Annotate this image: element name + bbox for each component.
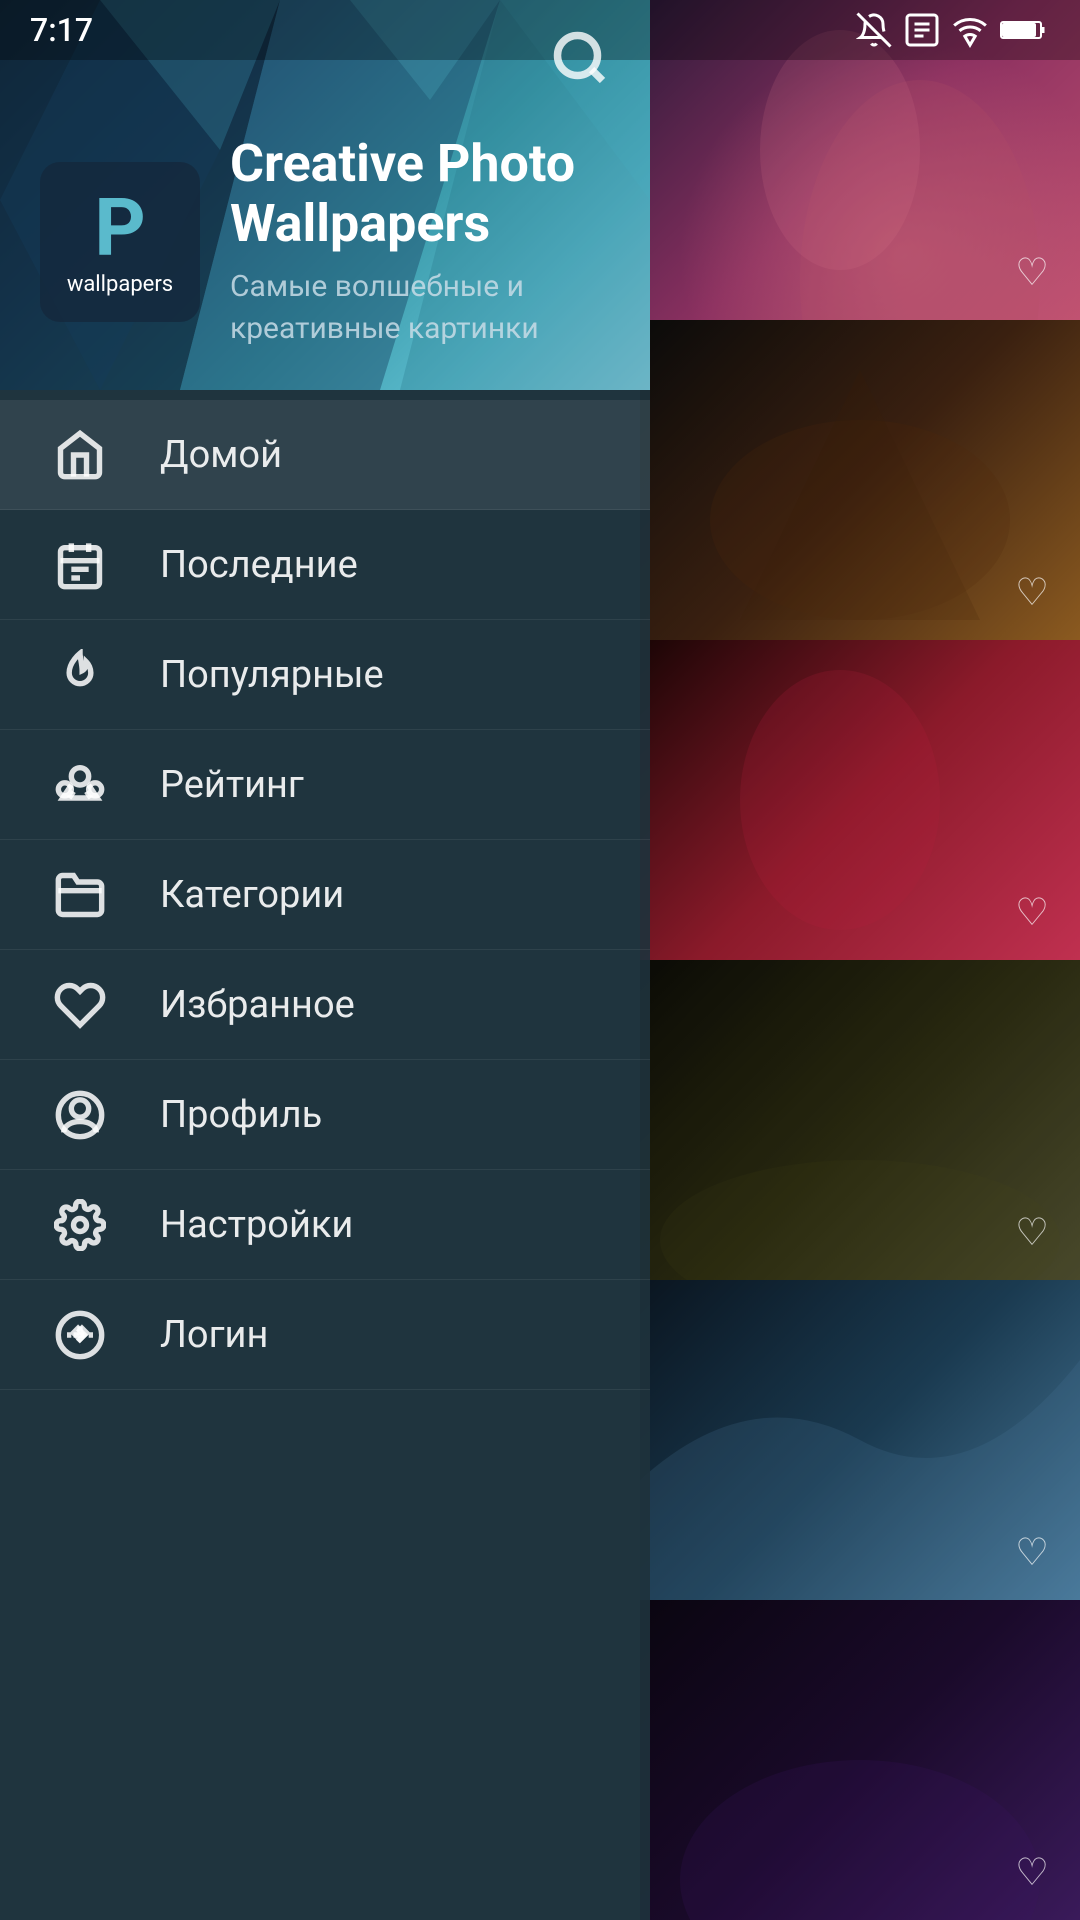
- folder-icon: [50, 865, 110, 925]
- status-icons: [856, 12, 1050, 48]
- calendar-icon: [50, 535, 110, 595]
- nav-item-settings[interactable]: Настройки: [0, 1170, 650, 1280]
- status-time: 7:17: [30, 11, 93, 49]
- nav-item-categories[interactable]: Категории: [0, 840, 650, 950]
- app-logo: P wallpapers: [40, 162, 200, 322]
- wifi-icon: [952, 12, 988, 48]
- logo-letter: P: [94, 188, 146, 268]
- app-title: Creative Photo Wallpapers: [230, 134, 610, 254]
- login-icon: [50, 1305, 110, 1365]
- nav-label-settings: Настройки: [160, 1203, 353, 1247]
- rating-icon: [50, 755, 110, 815]
- nav-item-favorites[interactable]: Избранное: [0, 950, 650, 1060]
- favorite-button-6[interactable]: ♡: [1004, 1844, 1060, 1900]
- nav-label-favorites: Избранное: [160, 983, 355, 1027]
- nav-label-home: Домой: [160, 433, 282, 477]
- nav-item-rating[interactable]: Рейтинг: [0, 730, 650, 840]
- favorite-button-2[interactable]: ♡: [1004, 564, 1060, 620]
- app-title-block: Creative Photo Wallpapers Самые волшебны…: [230, 134, 610, 350]
- header-content: P wallpapers Creative Photo Wallpapers С…: [40, 134, 610, 350]
- wallpaper-grid: ♡ ♡ ♡ ♡ ♡ ♡: [640, 0, 1080, 1920]
- nav-item-popular[interactable]: Популярные: [0, 620, 650, 730]
- gear-icon: [50, 1195, 110, 1255]
- notification-icon: [856, 12, 892, 48]
- wallpaper-thumb-5[interactable]: ♡: [640, 1280, 1080, 1600]
- nav-menu: Домой Последние: [0, 390, 650, 1920]
- nav-item-profile[interactable]: Профиль: [0, 1060, 650, 1170]
- app-subtitle: Самые волшебные и креативные картинки: [230, 266, 610, 350]
- favorite-button-3[interactable]: ♡: [1004, 884, 1060, 940]
- sim-icon: [904, 12, 940, 48]
- logo-subtext: wallpapers: [67, 272, 173, 297]
- nav-item-recent[interactable]: Последние: [0, 510, 650, 620]
- favorite-button-1[interactable]: ♡: [1004, 244, 1060, 300]
- navigation-drawer: P wallpapers Creative Photo Wallpapers С…: [0, 0, 650, 1920]
- nav-label-categories: Категории: [160, 873, 344, 917]
- wallpaper-thumb-4[interactable]: ♡: [640, 960, 1080, 1280]
- nav-item-login[interactable]: Логин: [0, 1280, 650, 1390]
- search-button[interactable]: [540, 18, 620, 98]
- profile-icon: [50, 1085, 110, 1145]
- favorite-button-5[interactable]: ♡: [1004, 1524, 1060, 1580]
- nav-label-recent: Последние: [160, 543, 358, 587]
- wallpaper-thumb-2[interactable]: ♡: [640, 320, 1080, 640]
- heart-nav-icon: [50, 975, 110, 1035]
- nav-item-home[interactable]: Домой: [0, 400, 650, 510]
- home-icon: [50, 425, 110, 485]
- nav-label-profile: Профиль: [160, 1093, 322, 1137]
- wallpaper-thumb-6[interactable]: ♡: [640, 1600, 1080, 1920]
- wallpaper-thumb-3[interactable]: ♡: [640, 640, 1080, 960]
- search-icon: [550, 28, 610, 88]
- nav-label-login: Логин: [160, 1313, 268, 1357]
- battery-icon: [1000, 15, 1050, 45]
- nav-label-popular: Популярные: [160, 653, 384, 697]
- nav-label-rating: Рейтинг: [160, 763, 304, 807]
- fire-icon: [50, 645, 110, 705]
- favorite-button-4[interactable]: ♡: [1004, 1204, 1060, 1260]
